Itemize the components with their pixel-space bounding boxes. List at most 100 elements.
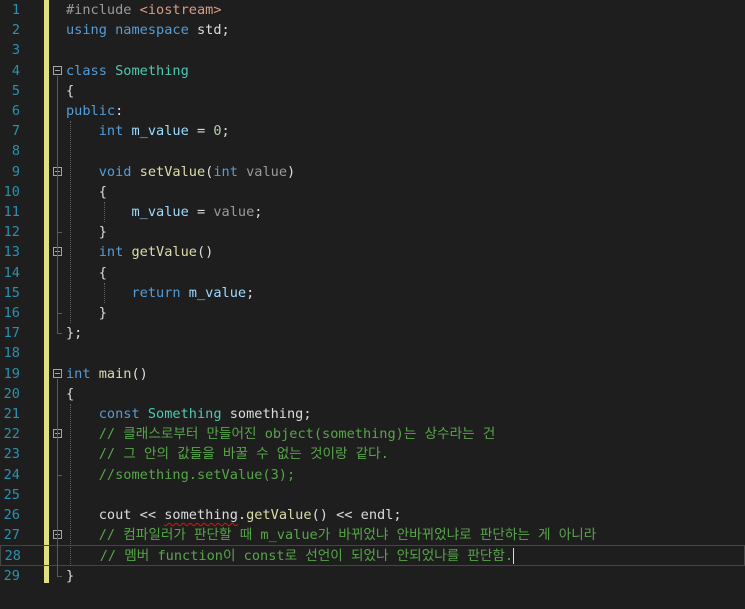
code-text: using namespace std; <box>66 20 230 40</box>
code-line[interactable]: 5{ <box>0 81 745 101</box>
code-line[interactable]: 3 <box>0 40 745 60</box>
code-token: using namespace <box>66 22 197 39</box>
line-number: 20 <box>3 385 20 402</box>
line-number: 8 <box>11 143 20 160</box>
code-token: : <box>115 103 124 119</box>
code-token: { <box>66 82 75 99</box>
line-number: 7 <box>11 123 20 140</box>
code-text: // 클래스로부터 만들어진 object(something)는 상수라는 건 <box>66 424 496 444</box>
code-text: { <box>66 182 107 202</box>
code-line[interactable]: 19 int main() <box>0 364 745 384</box>
code-line[interactable]: 6 public: <box>0 101 745 121</box>
line-number: 29 <box>3 567 20 584</box>
code-line[interactable]: 7 int m_value = 0; <box>0 121 745 141</box>
code-token: int <box>98 123 132 140</box>
line-number: 19 <box>3 365 20 382</box>
line-number: 24 <box>3 466 20 483</box>
code-line[interactable]: 18 <box>0 343 745 363</box>
code-line[interactable]: 4 class Something <box>0 61 745 81</box>
line-number: 2 <box>11 22 20 39</box>
code-text: { <box>66 384 74 404</box>
code-line[interactable]: 2 using namespace std; <box>0 20 745 40</box>
code-text: }; <box>66 323 82 343</box>
line-number: 1 <box>11 2 20 18</box>
indent-guide <box>70 121 71 324</box>
fold-outline-line <box>57 439 58 475</box>
code-line[interactable]: 26 cout << something.getValue() << endl; <box>0 505 745 525</box>
line-number: 23 <box>3 446 20 463</box>
code-line[interactable]: 1 #include <iostream> <box>0 0 745 20</box>
code-token: m_value <box>131 123 189 140</box>
code-text: int getValue() <box>66 242 214 262</box>
code-editor[interactable]: 1 #include <iostream> 2 using namespace std… <box>0 0 745 609</box>
code-line[interactable]: 27 // 컴파일러가 판단할 때 m_value가 바뀌었냐 안바뀌었냐로 판… <box>0 525 745 545</box>
line-number: 3 <box>11 42 20 59</box>
code-token: int <box>66 365 99 382</box>
code-line[interactable]: 14 { <box>0 263 745 283</box>
code-token: setValue <box>139 163 206 180</box>
collapse-toggle-icon[interactable] <box>53 368 62 378</box>
line-number: 10 <box>3 183 20 200</box>
code-token: { <box>66 385 75 402</box>
fold-end-marker <box>57 575 62 577</box>
line-number: 6 <box>11 103 20 119</box>
code-token: getValue <box>246 507 312 523</box>
code-token: getValue <box>131 244 197 261</box>
line-number: 14 <box>3 264 20 281</box>
code-token: const <box>98 406 148 422</box>
code-line[interactable]: 22 // 클래스로부터 만들어진 object(something)는 상수라… <box>0 424 745 444</box>
line-number: 28 <box>4 548 21 565</box>
line-number: 22 <box>3 426 20 443</box>
code-text: // 컴파일러가 판단할 때 m_value가 바뀌었냐 안바뀌었냐로 판단하는… <box>66 525 597 545</box>
code-text: //something.setValue(3); <box>66 465 295 485</box>
text-caret <box>513 548 514 565</box>
code-token: () <box>196 244 214 261</box>
code-line[interactable]: 10 { <box>0 182 745 202</box>
code-line[interactable]: 11 m_value = value; <box>0 202 745 222</box>
code-token: ; <box>221 123 230 140</box>
code-token: main <box>98 365 132 382</box>
code-token: #include <box>66 2 140 18</box>
code-token: // 멤버 function이 const로 선언이 되었나 안되었나를 판단함… <box>99 548 514 565</box>
code-line[interactable]: 17}; <box>0 323 745 343</box>
code-line[interactable]: 29} <box>0 566 745 586</box>
code-text: cout << something.getValue() << endl; <box>66 505 402 525</box>
code-token: int <box>213 163 247 180</box>
code-text: m_value = value; <box>66 202 262 222</box>
code-token: int <box>98 244 132 261</box>
code-line[interactable]: 8 <box>0 141 745 161</box>
indent-guide <box>70 404 71 566</box>
code-token: () <box>131 365 148 382</box>
code-line[interactable]: 13 int getValue() <box>0 242 745 262</box>
line-number: 21 <box>3 406 20 422</box>
code-text: return m_value; <box>66 283 254 303</box>
code-line[interactable]: 9 void setValue(int value) <box>0 162 745 182</box>
code-token: public <box>66 103 116 119</box>
code-token: value <box>213 204 255 220</box>
code-line[interactable]: 24 //something.setValue(3); <box>0 465 745 485</box>
code-token: cout << <box>66 507 165 523</box>
code-line[interactable]: 16 } <box>0 303 745 323</box>
code-line[interactable]: 21 const Something something; <box>0 404 745 424</box>
code-line[interactable]: 25 <box>0 485 745 505</box>
code-line[interactable]: 28 // 멤버 function이 const로 선언이 되었나 안되었나를 … <box>0 545 745 566</box>
code-line[interactable]: 20 { <box>0 384 745 404</box>
collapse-toggle-icon[interactable] <box>53 65 62 75</box>
indent-guide <box>104 282 105 303</box>
code-line[interactable]: 15 return m_value; <box>0 283 745 303</box>
code-text: // 멤버 function이 const로 선언이 되었나 안되었나를 판단함… <box>67 546 513 566</box>
code-token: { <box>66 264 107 281</box>
code-token: std; <box>196 22 230 39</box>
code-text: const Something something; <box>66 404 312 424</box>
code-text: } <box>66 566 74 586</box>
code-line[interactable]: 12 } <box>0 222 745 242</box>
code-token: = <box>188 123 214 140</box>
code-token: // 그 안의 값들을 바꿀 수 없는 것이랑 같다. <box>98 446 389 463</box>
code-token: { <box>66 183 107 200</box>
code-token: ) <box>287 163 296 180</box>
code-token: something <box>164 507 238 523</box>
fold-outline-line <box>57 176 58 233</box>
code-line[interactable]: 23 // 그 안의 값들을 바꿀 수 없는 것이랑 같다. <box>0 444 745 464</box>
